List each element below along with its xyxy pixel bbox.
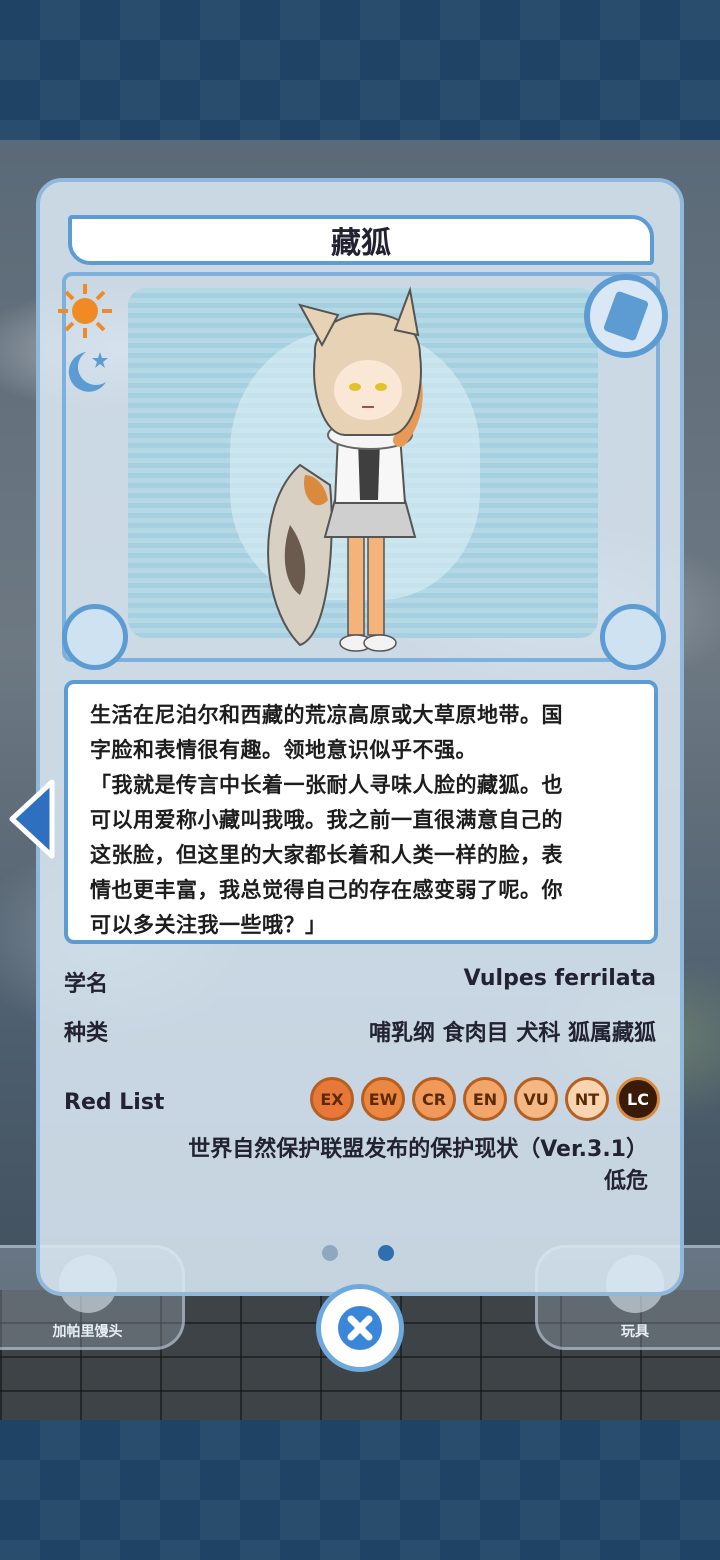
page-dot[interactable] — [322, 1245, 338, 1261]
red-list-status: 世界自然保护联盟发布的保护现状（Ver.3.1） 低危 — [188, 1134, 648, 1198]
description-line: 情也更丰富，我总觉得自己的存在感变弱了呢。你 — [90, 878, 563, 902]
close-icon — [338, 1306, 382, 1350]
page-indicator — [322, 1245, 394, 1261]
description-line: 字脸和表情很有趣。领地意识似乎不强。 — [90, 738, 477, 762]
bottom-band — [0, 1420, 720, 1560]
scientific-name-label: 学名 — [64, 972, 109, 997]
red-list-badge-lc: LC — [616, 1077, 660, 1121]
paw-badge-left-icon — [62, 604, 128, 670]
red-list-label: Red List — [64, 1090, 165, 1115]
taxonomy-label: 种类 — [64, 1021, 109, 1046]
previous-arrow-button[interactable] — [6, 778, 56, 860]
red-list-badge-ew: EW — [361, 1077, 405, 1121]
description-line: 「我就是传言中长着一张耐人寻味人脸的藏狐。也 — [90, 773, 563, 797]
sun-icon — [58, 284, 112, 338]
description-line: 可以多关注我一些哦？」 — [90, 913, 327, 937]
description-line: 这张脸，但这里的大家都长着和人类一样的脸，表 — [90, 843, 563, 867]
top-band — [0, 0, 720, 140]
red-list-status-value: 低危 — [603, 1169, 648, 1194]
page-dot[interactable] — [378, 1245, 394, 1261]
character-name-bar: 藏狐 — [68, 215, 654, 265]
japari-bun-label: 加帕里馒头 — [52, 1324, 123, 1340]
red-list-badges: EX EW CR EN VU NT LC — [310, 1077, 660, 1121]
red-list-badge-en: EN — [463, 1077, 507, 1121]
red-list-badge-cr: CR — [412, 1077, 456, 1121]
red-list-badge-ex: EX — [310, 1077, 354, 1121]
description-line: 可以用爱称小藏叫我哦。我之前一直很满意自己的 — [90, 808, 563, 832]
character-name: 藏狐 — [331, 226, 391, 261]
close-button[interactable] — [316, 1284, 404, 1372]
description-text: 生活在尼泊尔和西藏的荒凉高原或大草原地带。国 字脸和表情很有趣。领地意识似乎不强… — [90, 698, 634, 940]
moon-icon — [68, 352, 108, 392]
toys-label: 玩具 — [621, 1324, 649, 1340]
scientific-name-value: Vulpes ferrilata — [463, 966, 656, 991]
red-list-badge-nt: NT — [565, 1077, 609, 1121]
description-box[interactable]: 生活在尼泊尔和西藏的荒凉高原或大草原地带。国 字脸和表情很有趣。领地意识似乎不强… — [64, 680, 658, 944]
character-illustration — [267, 286, 423, 652]
red-list-badge-vu: VU — [514, 1077, 558, 1121]
taxonomy-value: 哺乳纲 食肉目 犬科 狐属藏狐 — [369, 1021, 656, 1046]
card-collection-icon[interactable] — [584, 274, 668, 358]
red-list-status-line: 世界自然保护联盟发布的保护现状（Ver.3.1） — [188, 1137, 648, 1162]
description-line: 生活在尼泊尔和西藏的荒凉高原或大草原地带。国 — [90, 703, 563, 727]
paw-badge-right-icon — [600, 604, 666, 670]
